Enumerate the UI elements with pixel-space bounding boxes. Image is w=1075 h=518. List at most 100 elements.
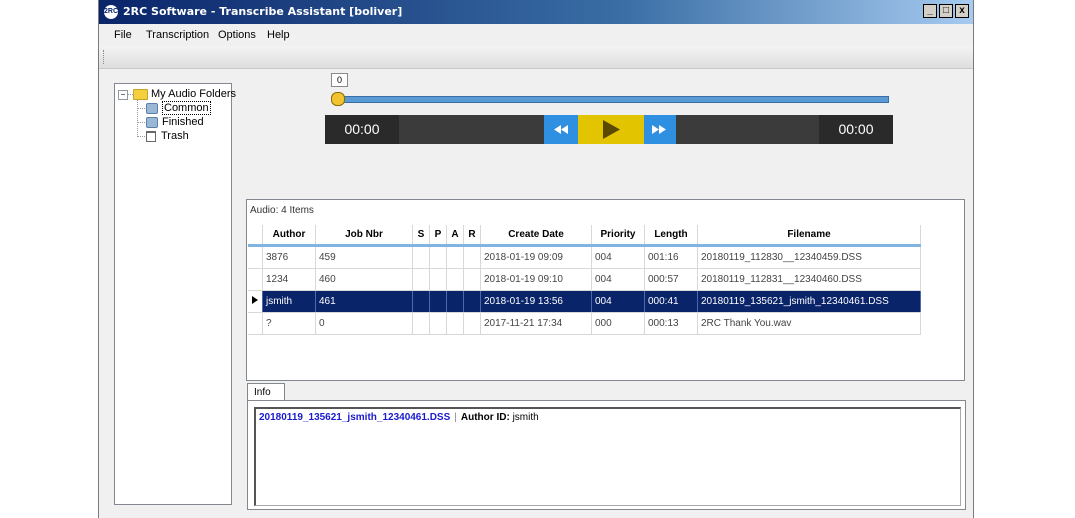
player-controls: 00:00 00:00: [325, 115, 893, 144]
cell-p: [429, 268, 447, 291]
rewind-button[interactable]: [544, 115, 578, 144]
menu-transcription[interactable]: Transcription: [146, 29, 209, 41]
audio-table: Author Job Nbr S P A R Create Date Prior…: [248, 225, 921, 335]
cell-create-date: 2018-01-19 09:09: [480, 245, 592, 269]
table-row[interactable]: ? 0 2017-11-21 17:34 000 000:13 2RC Than…: [248, 312, 921, 335]
speaker-folder-icon: [146, 116, 158, 128]
column-header-r[interactable]: R: [463, 225, 481, 247]
minimize-button[interactable]: _: [923, 4, 937, 18]
tree-connector: [137, 100, 138, 137]
rewind-icon: [554, 125, 568, 134]
cell-p: [429, 245, 447, 269]
cell-length: 000:41: [644, 290, 698, 313]
cell-s: [412, 290, 430, 313]
tree-item-trash[interactable]: Trash: [146, 130, 189, 142]
info-line: 20180119_135621_jsmith_12340461.DSS | Auth…: [259, 412, 539, 423]
cell-p: [429, 312, 447, 335]
folder-icon: [133, 88, 148, 100]
tree-item-label: Finished: [162, 116, 204, 128]
column-header-author[interactable]: Author: [262, 225, 316, 247]
cell-filename: 20180119_112831__12340460.DSS: [697, 268, 921, 291]
seek-slider-thumb[interactable]: [331, 92, 345, 106]
column-header-job-nbr[interactable]: Job Nbr: [315, 225, 413, 247]
column-header-s[interactable]: S: [412, 225, 430, 247]
grid-caption: Audio: 4 Items: [250, 205, 314, 216]
info-text-area[interactable]: 20180119_135621_jsmith_12340461.DSS | Auth…: [254, 407, 961, 506]
header-row: Author Job Nbr S P A R Create Date Prior…: [248, 225, 921, 247]
menu-bar: File Transcription Options Help: [99, 24, 973, 46]
app-logo-icon: 2RC: [104, 5, 118, 19]
row-indicator: [248, 290, 263, 313]
cell-r: [463, 245, 481, 269]
title-bar[interactable]: 2RC 2RC Software - Transcribe Assistant …: [99, 0, 973, 24]
cell-create-date: 2018-01-19 09:10: [480, 268, 592, 291]
tree-root-my-audio-folders[interactable]: My Audio Folders: [133, 88, 236, 100]
cell-s: [412, 312, 430, 335]
current-row-arrow-icon: [252, 296, 258, 304]
tree-item-label: Trash: [161, 130, 189, 142]
seek-slider-track[interactable]: [335, 96, 889, 103]
folder-tree[interactable]: − My Audio Folders Common Finished Trash: [114, 83, 236, 505]
cell-author: jsmith: [262, 290, 316, 313]
tab-info[interactable]: Info: [247, 383, 285, 401]
column-header-priority[interactable]: Priority: [591, 225, 645, 247]
maximize-button[interactable]: □: [939, 4, 953, 18]
cell-priority: 004: [591, 245, 645, 269]
tree-connector: [137, 122, 145, 123]
elapsed-time: 00:00: [325, 115, 399, 144]
cell-job-nbr: 460: [315, 268, 413, 291]
close-button[interactable]: x: [955, 4, 969, 18]
column-header-create-date[interactable]: Create Date: [480, 225, 592, 247]
tree-item-common[interactable]: Common: [146, 101, 211, 115]
collapse-toggle[interactable]: −: [118, 90, 128, 100]
tree-item-finished[interactable]: Finished: [146, 116, 204, 128]
cell-p: [429, 290, 447, 313]
cell-priority: 004: [591, 268, 645, 291]
cell-filename: 20180119_112830__12340459.DSS: [697, 245, 921, 269]
cell-priority: 004: [591, 290, 645, 313]
fast-forward-icon: [652, 125, 666, 134]
cell-r: [463, 268, 481, 291]
table-row[interactable]: 3876 459 2018-01-19 09:09 004 001:16 201…: [248, 245, 921, 269]
cell-a: [446, 245, 464, 269]
fast-forward-button[interactable]: [644, 115, 676, 144]
trash-icon: [146, 130, 156, 142]
table-row[interactable]: 1234 460 2018-01-19 09:10 004 000:57 201…: [248, 268, 921, 291]
cell-author: 1234: [262, 268, 316, 291]
menu-file[interactable]: File: [114, 29, 132, 41]
row-indicator: [248, 245, 263, 269]
cell-create-date: 2017-11-21 17:34: [480, 312, 592, 335]
cell-priority: 000: [591, 312, 645, 335]
column-header-p[interactable]: P: [429, 225, 447, 247]
tree-connector: [137, 136, 145, 137]
row-indicator: [248, 268, 263, 291]
cell-author: ?: [262, 312, 316, 335]
info-author-value: jsmith: [512, 412, 539, 423]
play-button[interactable]: [578, 115, 644, 144]
menu-help[interactable]: Help: [267, 29, 290, 41]
column-header-length[interactable]: Length: [644, 225, 698, 247]
row-indicator-header: [248, 225, 263, 247]
cell-author: 3876: [262, 245, 316, 269]
app-window: 2RC 2RC Software - Transcribe Assistant …: [98, 0, 974, 518]
speaker-folder-icon: [146, 102, 158, 114]
info-author-label: Author ID:: [460, 412, 510, 423]
cell-filename: 2RC Thank You.wav: [697, 312, 921, 335]
toolbar-grip[interactable]: [103, 50, 106, 64]
total-time: 00:00: [819, 115, 893, 144]
cell-job-nbr: 0: [315, 312, 413, 335]
cell-a: [446, 290, 464, 313]
cell-a: [446, 268, 464, 291]
cell-job-nbr: 461: [315, 290, 413, 313]
cell-a: [446, 312, 464, 335]
column-header-filename[interactable]: Filename: [697, 225, 921, 247]
cell-r: [463, 312, 481, 335]
column-header-a[interactable]: A: [446, 225, 464, 247]
menu-options[interactable]: Options: [218, 29, 256, 41]
tree-root-label: My Audio Folders: [151, 88, 236, 100]
tree-item-label: Common: [162, 101, 211, 115]
toolbar: [99, 46, 973, 69]
cell-length: 000:57: [644, 268, 698, 291]
table-row-selected[interactable]: jsmith 461 2018-01-19 13:56 004 000:41 2…: [248, 290, 921, 313]
info-panel: 20180119_135621_jsmith_12340461.DSS | Auth…: [247, 400, 966, 510]
